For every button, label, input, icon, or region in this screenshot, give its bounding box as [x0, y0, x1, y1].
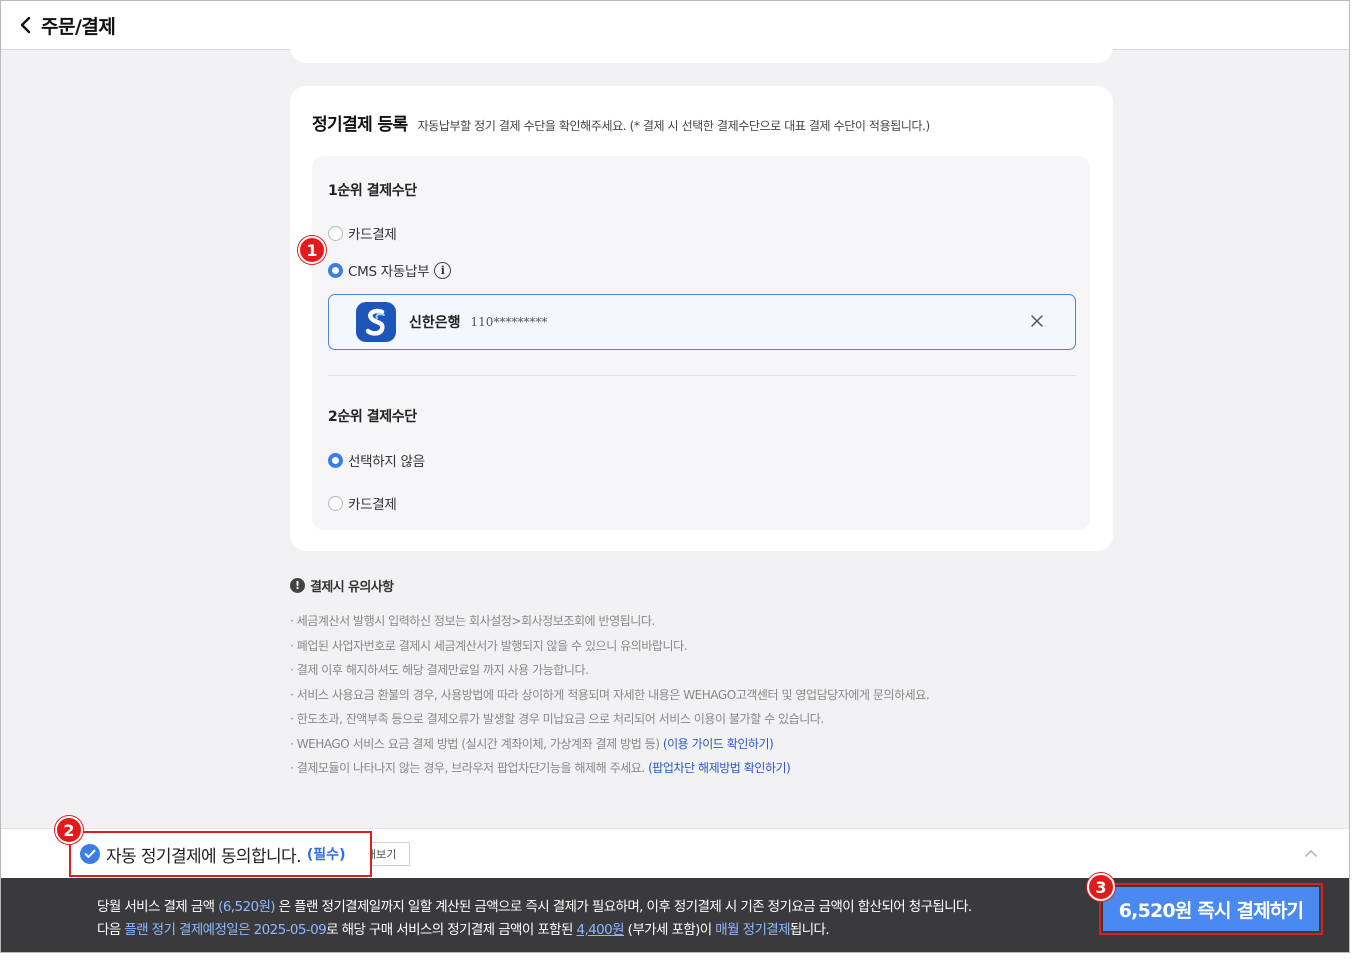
popup-guide-link[interactable]: (팝업차단 해제방법 확인하기) [648, 761, 791, 775]
notice-item-text: · 결제모듈이 나타나지 않는 경우, 브라우저 팝업차단기능을 해제해 주세요… [290, 761, 649, 775]
card-header: 정기결제 등록 자동납부할 정기 결제 수단을 확인해주세요. (* 결제 시 … [312, 110, 930, 135]
notice-item: · 한도초과, 잔액부족 등으로 결제오류가 발생할 경우 미납요금 으로 처리… [290, 712, 824, 726]
checkout-window: 주문/결제 정기결제 등록 자동납부할 정기 결제 수단을 확인해주세요. (*… [0, 0, 1350, 953]
previous-section-card [290, 35, 1113, 63]
agreement-bar: 내보기 자동 정기결제에 동의합니다. (필수) [1, 828, 1349, 878]
bank-logo-icon [356, 302, 396, 342]
notice-item: · WEHAGO 서비스 요금 결제 방법 (실시간 계좌이체, 가상계좌 결제… [290, 732, 929, 757]
radio-unchecked[interactable] [328, 495, 343, 511]
info-icon[interactable]: i [434, 261, 452, 279]
selected-bank-account[interactable]: 신한은행 110********* [328, 294, 1076, 350]
required-badge: (필수) [306, 847, 346, 863]
notice-title: 결제시 유의사항 [310, 580, 394, 595]
chevron-left-icon [20, 16, 31, 34]
notice-item: · 결제 이후 해지하셔도 해당 결제만료일 까지 사용 가능합니다. [290, 663, 589, 677]
pay-now-button[interactable]: 6,520원 즉시 결제하기 [1103, 887, 1319, 931]
recurring-amount: 4,400원 [576, 922, 625, 938]
bank-name: 신한은행 [409, 315, 461, 331]
text: 로 해당 구매 서비스의 정기결제 금액이 포함된 [326, 922, 577, 938]
payment-info-line2: 다음 플랜 정기 결제예정일은 2025-05-09로 해당 구매 서비스의 정… [97, 918, 830, 938]
payment-info-line1: 당월 서비스 결제 금액 (6,520원) 은 플랜 정기결제일까지 일할 계산… [97, 895, 972, 915]
secondary-method-title: 2순위 결제수단 [328, 409, 417, 425]
option-label: 카드결제 [348, 497, 397, 513]
exclamation-icon: ! [290, 578, 305, 593]
step-marker-1: 1 [298, 236, 326, 264]
primary-method-title: 1순위 결제수단 [328, 183, 417, 199]
bank-account-number: 110********* [470, 315, 548, 329]
agree-text: 자동 정기결제에 동의합니다. [106, 846, 302, 867]
option-label: 카드결제 [348, 227, 397, 243]
chevron-up-icon[interactable] [1303, 845, 1319, 861]
next-payment-date: 플랜 정기 결제예정일은 2025-05-09 [124, 922, 327, 938]
card-title: 정기결제 등록 [312, 115, 408, 135]
option-label: 선택하지 않음 [348, 454, 425, 470]
back-button[interactable] [15, 14, 37, 36]
radio-checked[interactable] [328, 262, 343, 278]
page-title: 주문/결제 [41, 15, 116, 38]
recurring-payment-card: 정기결제 등록 자동납부할 정기 결제 수단을 확인해주세요. (* 결제 시 … [290, 86, 1113, 551]
step-marker-3: 3 [1087, 873, 1115, 901]
notice-header: ! 결제시 유의사항 [290, 576, 394, 595]
payment-summary-bar: 당월 서비스 결제 금액 (6,520원) 은 플랜 정기결제일까지 일할 계산… [1, 878, 1349, 952]
usage-guide-link[interactable]: (이용 가이드 확인하기) [663, 737, 774, 751]
notice-list: · 세금계산서 발행시 입력하신 정보는 회사설정>회사정보조회에 반영됩니다.… [290, 609, 930, 781]
secondary-option-card[interactable]: 카드결제 [328, 493, 397, 513]
primary-option-cms[interactable]: CMS 자동납부 i [328, 260, 452, 280]
radio-unchecked[interactable] [328, 225, 343, 241]
text: (부가세 포함)이 [623, 922, 716, 938]
option-label: CMS 자동납부 [348, 264, 430, 280]
notice-item-text: · WEHAGO 서비스 요금 결제 방법 (실시간 계좌이체, 가상계좌 결제… [290, 736, 663, 751]
agree-checkbox-row[interactable]: 자동 정기결제에 동의합니다. (필수) [69, 831, 372, 877]
notice-item: · 폐업된 사업자번호로 결제시 세금계산서가 발행되지 않을 수 있으니 유의… [290, 638, 688, 653]
close-icon[interactable] [1029, 313, 1045, 329]
notice-item: · 결제모듈이 나타나지 않는 경우, 브라우저 팝업차단기능을 해제해 주세요… [290, 756, 929, 781]
text: 됩니다. [789, 922, 830, 938]
pay-button-highlight: 6,520원 즉시 결제하기 [1099, 883, 1323, 935]
text: 은 플랜 정기결제일까지 일할 계산된 금액으로 즉시 결제가 필요하며, 이후… [274, 899, 973, 915]
section-divider [328, 375, 1076, 376]
card-description: 자동납부할 정기 결제 수단을 확인해주세요. (* 결제 시 선택한 결제수단… [417, 119, 931, 133]
step-marker-2: 2 [55, 816, 83, 844]
monthly-label: 매월 정기결제 [715, 922, 790, 938]
notice-item: · 세금계산서 발행시 입력하신 정보는 회사설정>회사정보조회에 반영됩니다. [290, 614, 655, 628]
radio-checked[interactable] [328, 452, 343, 468]
current-amount: (6,520원) [218, 899, 275, 915]
check-circle-icon[interactable] [80, 844, 100, 864]
secondary-option-none[interactable]: 선택하지 않음 [328, 450, 425, 470]
payment-methods-panel: 1순위 결제수단 카드결제 CMS 자동납부 i 신한은행 110*******… [312, 156, 1090, 530]
text: 다음 [97, 922, 125, 938]
text: 당월 서비스 결제 금액 [97, 899, 219, 915]
notice-item: · 서비스 사용요금 환불의 경우, 사용방법에 따라 상이하게 적용되며 자세… [290, 687, 930, 702]
primary-option-card[interactable]: 카드결제 [328, 223, 397, 243]
